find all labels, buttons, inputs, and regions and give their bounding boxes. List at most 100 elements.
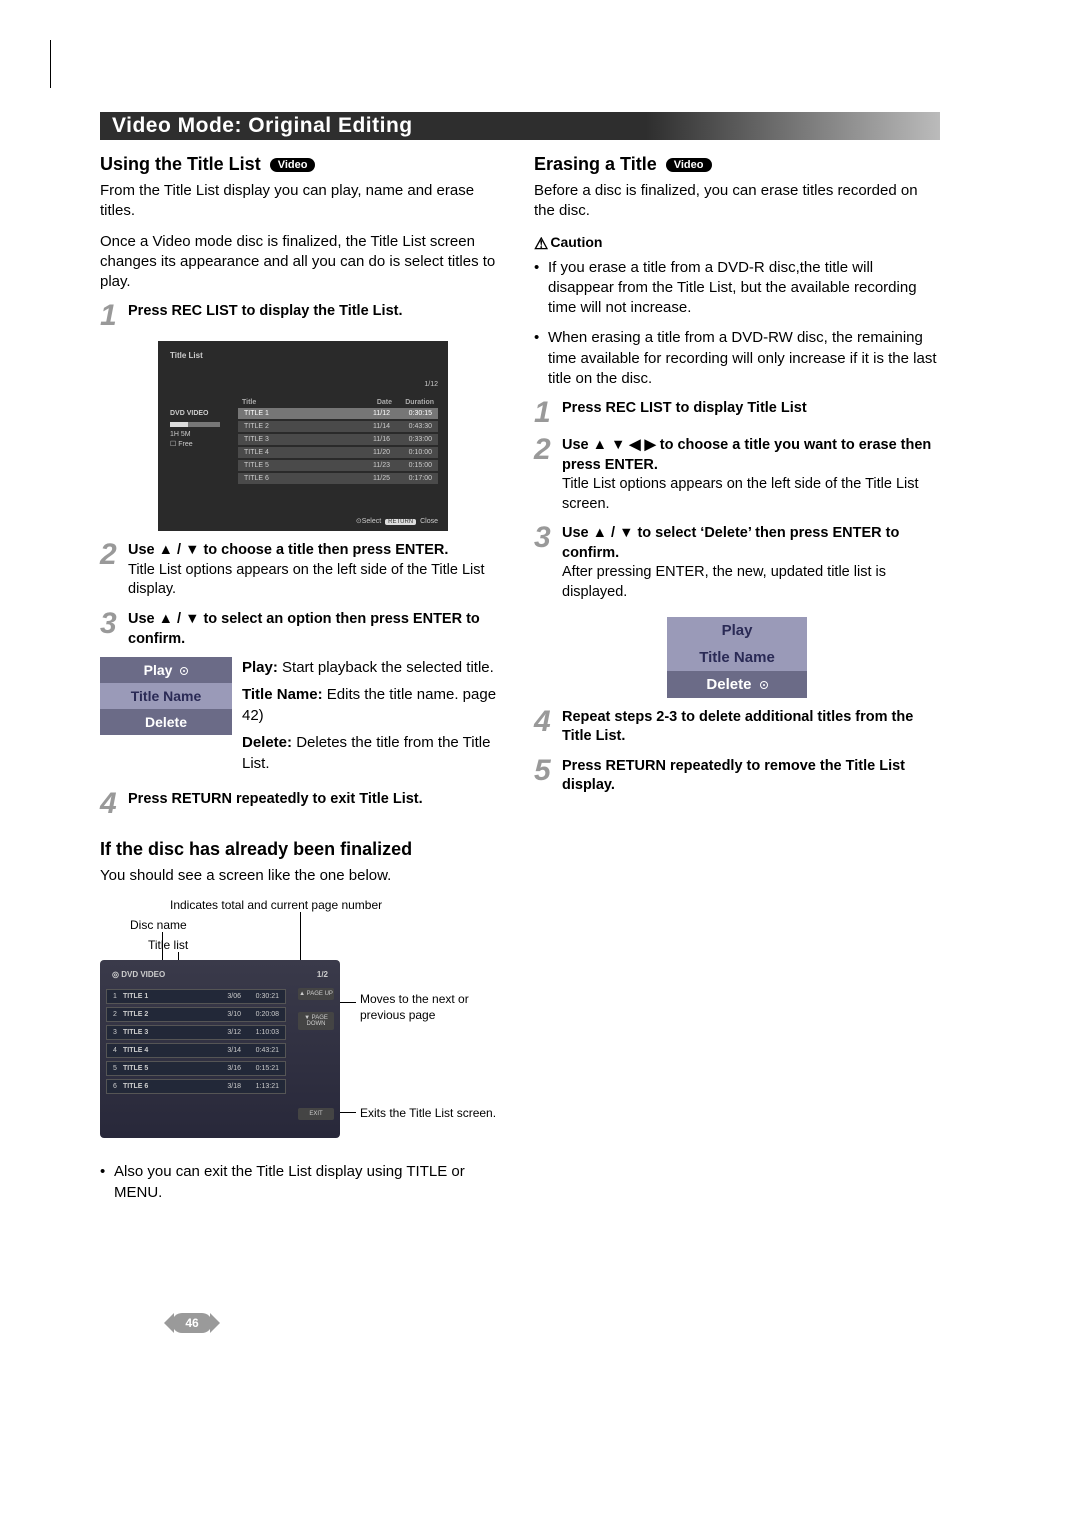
table-row: TITLE 611/250:17:00 [238,473,438,484]
shot2-page: 1/2 [317,970,328,979]
step-text: Press REC LIST to display Title List [562,400,807,416]
options-menu: Play Title Name Delete [100,657,232,735]
shot-footer: ⊙Select RETURN Close [356,517,438,525]
col: Duration [392,399,434,406]
shot-side-disc: DVD VIDEO [170,409,228,419]
menu-delete: Delete [667,671,807,698]
step-4: 4 Repeat steps 2-3 to delete additional … [534,708,940,747]
selection-dot-icon [180,667,188,675]
caution-icon: ⚠ [534,236,548,253]
section-title-bar: Video Mode: Original Editing [100,112,940,140]
opt-label: Play: [242,659,278,676]
page-down-button: ▼ PAGE DOWN [298,1012,334,1030]
leader-line [340,1002,356,1003]
step-bold: Use ▲ / ▼ to select an option then press… [128,611,480,647]
table-row: TITLE 211/140:43:30 [238,421,438,432]
heading-text: Erasing a Title [534,154,657,174]
step-bold: Use ▲ / ▼ to select ‘Delete’ then press … [562,525,899,561]
video-badge: Video [270,158,316,172]
table-row: TITLE 311/160:33:00 [238,434,438,445]
table-row: 5TITLE 53/160:15:21 [106,1061,286,1076]
table-row: 3TITLE 33/121:10:03 [106,1025,286,1040]
step-number-icon: 1 [100,302,124,329]
step-number-icon: 3 [534,524,558,551]
step-2: 2 Use ▲ / ▼ to choose a title then press… [100,541,506,600]
step-body: After pressing ENTER, the new, updated t… [562,564,886,600]
shot-side-time: 1H 5M [170,430,228,440]
opt-label: Title Name: [242,686,323,703]
step-text: Press RETURN repeatedly to exit Title Li… [128,791,423,807]
caution-item: When erasing a title from a DVD-RW disc,… [534,328,940,389]
paragraph: Once a Video mode disc is finalized, the… [100,232,506,293]
options-table: Play Title Name Delete Play: Start playb… [100,657,506,780]
options-menu-small: Play Title Name Delete [667,617,807,698]
paragraph: Before a disc is finalized, you can eras… [534,181,940,222]
menu-play: Play [100,657,232,683]
step-number-icon: 4 [100,790,124,817]
menu-titlename: Title Name [667,644,807,671]
heading-text: Using the Title List [100,154,261,174]
step-bold: Use ▲ / ▼ to choose a title then press E… [128,542,448,558]
step-5: 5 Press RETURN repeatedly to remove the … [534,757,940,796]
step-3: 3 Use ▲ / ▼ to select an option then pre… [100,610,506,649]
table-row: TITLE 411/200:10:00 [238,447,438,458]
right-column: Erasing a Title Video Before a disc is f… [534,154,940,1213]
shot-side-free: ☐ Free [170,440,228,450]
title-list-screenshot: Title List 1/12 DVD VIDEO 1H 5M ☐ Free T… [158,341,448,531]
table-row: 6TITLE 63/181:13:21 [106,1079,286,1094]
menu-play: Play [667,617,807,644]
note-paging: Moves to the next or previous page [360,992,500,1023]
shot2-disc: DVD VIDEO [121,970,165,979]
caution-item: If you erase a title from a DVD-R disc,t… [534,258,940,319]
table-row: 4TITLE 43/140:43:21 [106,1043,286,1058]
opt-desc: Start playback the selected title. [278,659,494,676]
opt-label: Delete: [242,734,292,751]
col: Date [356,399,392,406]
col: Title [242,399,356,406]
table-row: TITLE 111/120:30:15 [238,408,438,419]
label-discname: Disc name [130,918,187,932]
label-titlelist: Title list [148,938,188,952]
page-up-button: ▲ PAGE UP [298,988,334,1000]
step-4: 4 Press RETURN repeatedly to exit Title … [100,790,506,817]
leader-line [340,1112,356,1113]
page-number-badge: 46 [172,1313,212,1333]
caution-heading: ⚠Caution [534,234,940,254]
menu-titlename: Title Name [100,683,232,709]
step-3: 3 Use ▲ / ▼ to select ‘Delete’ then pres… [534,524,940,602]
progress-bar-icon [170,422,220,427]
step-1: 1 Press REC LIST to display the Title Li… [100,302,506,329]
video-badge: Video [666,158,712,172]
heading-erasing: Erasing a Title Video [534,154,940,175]
finalized-shot-wrap: Indicates total and current page number … [100,898,506,1158]
step-bold: Use ▲ ▼ ◀ ▶ to choose a title you want t… [562,437,931,473]
step-text: Press RETURN repeatedly to remove the Ti… [562,758,905,794]
step-number-icon: 5 [534,757,558,784]
note-exit: Exits the Title List screen. [360,1106,496,1122]
step-number-icon: 3 [100,610,124,637]
step-text: Repeat steps 2-3 to delete additional ti… [562,709,913,745]
menu-delete: Delete [100,709,232,735]
bullet: Also you can exit the Title List display… [100,1162,506,1203]
shot-table: Title Date Duration TITLE 111/120:30:15 T… [238,397,438,486]
step-body: Title List options appears on the left s… [128,562,485,598]
heading-finalized: If the disc has already been finalized [100,839,506,860]
step-number-icon: 2 [100,541,124,568]
exit-button: EXIT [298,1108,334,1120]
finalized-screenshot: ◎ DVD VIDEO 1/2 1TITLE 13/060:30:212TITL… [100,960,340,1138]
shot-label: Title List [170,351,203,360]
step-body: Title List options appears on the left s… [562,476,919,512]
page-content: Video Mode: Original Editing Using the T… [100,112,940,1213]
step-number-icon: 1 [534,399,558,426]
step-2: 2 Use ▲ ▼ ◀ ▶ to choose a title you want… [534,436,940,514]
shot-page: 1/12 [424,381,438,388]
heading-using-title-list: Using the Title List Video [100,154,506,175]
step-text: Press REC LIST to display the Title List… [128,303,403,319]
label-pages: Indicates total and current page number [170,898,382,912]
table-row: TITLE 511/230:15:00 [238,460,438,471]
selection-dot-icon [760,681,768,689]
paragraph: You should see a screen like the one bel… [100,866,506,886]
table-row: 2TITLE 23/100:20:08 [106,1007,286,1022]
step-number-icon: 2 [534,436,558,463]
paragraph: From the Title List display you can play… [100,181,506,222]
